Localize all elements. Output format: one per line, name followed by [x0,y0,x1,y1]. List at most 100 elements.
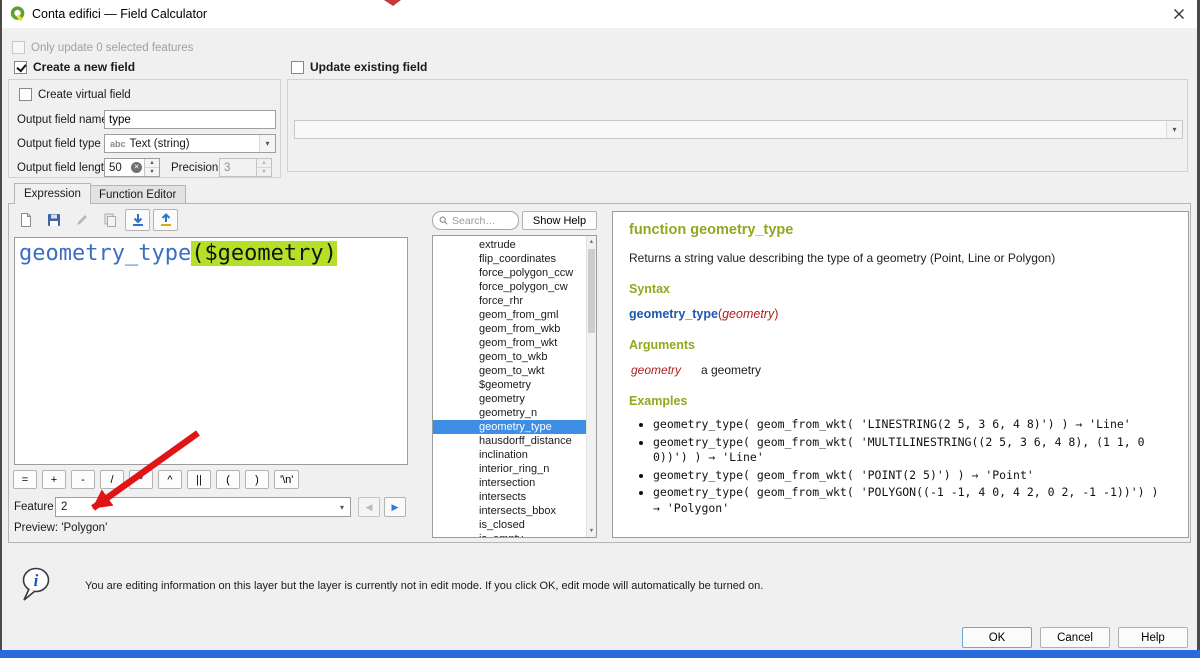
next-feature-button[interactable]: ▶ [384,497,406,517]
output-field-name-input[interactable] [104,110,276,129]
create-new-field-label: Create a new field [33,60,135,74]
example-item: geometry_type( geom_from_wkt( 'POLYGON((… [653,485,1172,516]
scroll-up-icon[interactable]: ▲ [587,236,596,248]
clear-expression-button[interactable] [13,209,38,231]
floppy-disk-icon [46,212,62,228]
clear-value-icon[interactable]: ✕ [131,162,142,173]
only-update-selected-checkbox[interactable]: Only update 0 selected features [12,41,193,54]
edit-expression-button[interactable] [69,209,94,231]
checkbox-icon [19,88,32,101]
output-field-length-spinner[interactable]: 50 ✕ ▲▼ [104,158,160,177]
function-list-item[interactable]: geom_from_gml [433,308,586,322]
scroll-down-icon[interactable]: ▼ [587,525,596,537]
tab-expression[interactable]: Expression [14,183,91,204]
function-list-item[interactable]: intersection [433,476,586,490]
operator-button[interactable]: || [187,470,211,489]
spinner-buttons[interactable]: ▲▼ [144,159,159,176]
function-list-item[interactable]: geometry [433,392,586,406]
function-search-box[interactable] [432,211,519,230]
examples-heading: Examples [629,394,1172,408]
operator-button[interactable]: '\n' [274,470,299,489]
function-list-item[interactable]: force_polygon_ccw [433,266,586,280]
output-field-length-value: 50 [105,162,131,174]
function-list-item[interactable]: geom_from_wkb [433,322,586,336]
function-list-item[interactable]: intersects_bbox [433,504,586,518]
function-list-item[interactable]: geom_to_wkb [433,350,586,364]
new-field-group: Create virtual field Output field name O… [8,79,281,178]
argument-name: geometry [629,363,701,377]
function-list-item[interactable]: interior_ring_n [433,462,586,476]
operator-button[interactable]: + [42,470,66,489]
ok-button[interactable]: OK [962,627,1032,648]
function-list-item[interactable]: force_rhr [433,294,586,308]
create-virtual-field-checkbox[interactable]: Create virtual field [19,88,131,101]
save-expression-button[interactable] [41,209,66,231]
update-existing-field-checkbox[interactable]: Update existing field [291,60,427,74]
expression-variable-text: $geometry [204,241,323,266]
function-list-item[interactable]: $geometry [433,378,586,392]
operator-button[interactable]: - [71,470,95,489]
expression-open-paren: ( [191,241,204,266]
operator-button[interactable]: = [13,470,37,489]
window-edge-left [0,0,2,650]
operator-button[interactable]: ( [216,470,240,489]
field-calculator-dialog: Conta edifici — Field Calculator Only up… [0,0,1200,658]
function-list-item[interactable]: geom_to_wkt [433,364,586,378]
scrollbar-thumb[interactable] [588,249,595,333]
function-list-item[interactable]: is_closed [433,518,586,532]
operator-button[interactable]: / [100,470,124,489]
help-button[interactable]: Help [1118,627,1188,648]
expression-function-text: geometry_type [19,241,191,266]
examples-list: geometry_type( geom_from_wkt( 'LINESTRIN… [629,417,1172,516]
function-list-item[interactable]: hausdorff_distance [433,434,586,448]
operator-button[interactable]: ^ [158,470,182,489]
function-list-item[interactable]: flip_coordinates [433,252,586,266]
function-search-input[interactable] [452,215,512,227]
function-list-item[interactable]: geometry_type [433,420,586,434]
syntax-parameter: geometry [722,307,774,321]
function-list-item[interactable]: geometry_n [433,406,586,420]
preview-value: 'Polygon' [61,522,107,534]
checkbox-icon [291,61,304,74]
update-existing-field-label: Update existing field [310,60,427,74]
import-expression-button[interactable] [125,209,150,231]
precision-spinner[interactable]: 3 ▲▼ [219,158,272,177]
expression-editor[interactable]: geometry_type($geometry) [14,237,408,465]
spinner-buttons[interactable]: ▲▼ [256,159,271,176]
copy-expression-button[interactable] [97,209,122,231]
create-new-field-checkbox[interactable]: Create a new field [14,60,135,74]
existing-field-select[interactable]: ▾ [294,120,1183,139]
precision-label: Precision [171,162,218,174]
function-list-item[interactable]: force_polygon_cw [433,280,586,294]
feature-select[interactable]: 2 ▾ [55,497,351,517]
syntax-line: geometry_type(geometry) [629,307,1172,321]
function-list-item[interactable]: geom_from_wkt [433,336,586,350]
export-expression-button[interactable] [153,209,178,231]
example-item: geometry_type( geom_from_wkt( 'MULTILINE… [653,435,1172,466]
function-list-item[interactable]: inclination [433,448,586,462]
tab-expression-label: Expression [24,188,81,200]
help-title: function geometry_type [629,222,1172,238]
cancel-label: Cancel [1057,632,1093,644]
chevron-down-icon: ▾ [259,135,275,152]
previous-feature-button[interactable]: ◀ [358,497,380,517]
checkbox-icon [12,41,25,54]
next-icon: ▶ [392,502,399,513]
operator-button[interactable]: * [129,470,153,489]
output-field-type-select[interactable]: abcText (string) ▾ [104,134,276,153]
function-list-scrollbar[interactable]: ▲ ▼ [586,236,596,537]
create-virtual-field-label: Create virtual field [38,89,131,101]
close-button[interactable] [1164,0,1194,28]
argument-description: a geometry [701,363,761,377]
show-help-button[interactable]: Show Help [522,211,597,230]
ok-label: OK [989,632,1006,644]
operator-button[interactable]: ) [245,470,269,489]
function-list-item[interactable]: is_empty [433,532,586,538]
tab-function-editor[interactable]: Function Editor [89,185,186,204]
output-field-name-label: Output field name [17,114,108,126]
preview-label: Preview: [14,522,58,534]
cancel-button[interactable]: Cancel [1040,627,1110,648]
function-list-item[interactable]: intersects [433,490,586,504]
function-list-item[interactable]: extrude [433,238,586,252]
syntax-heading: Syntax [629,282,1172,296]
